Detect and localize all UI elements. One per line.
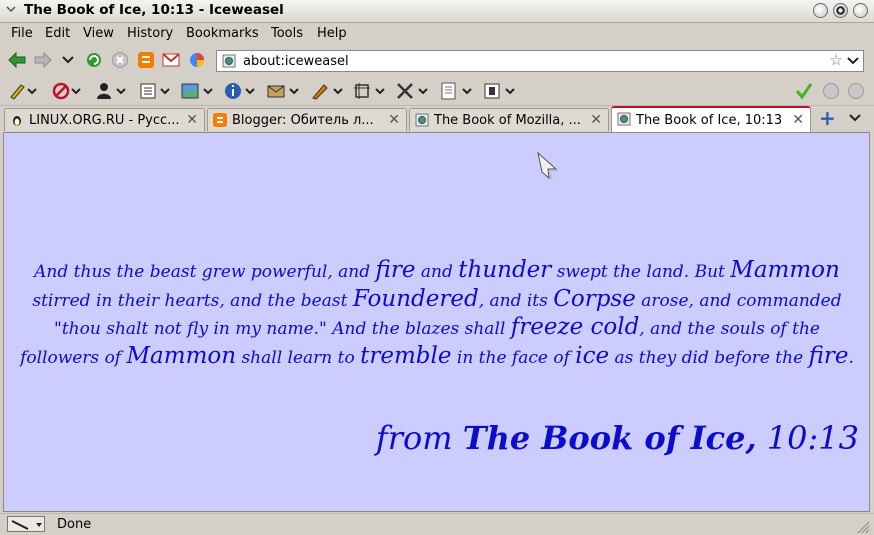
passage-emphasis: fire <box>808 342 849 369</box>
resize-icon[interactable] <box>352 81 386 101</box>
validation-ok-icon[interactable] <box>795 81 813 101</box>
gmail-icon[interactable] <box>162 52 180 68</box>
menu-tools[interactable]: Tools <box>271 26 303 41</box>
passage-emphasis: tremble <box>360 342 452 369</box>
attribution-prefix: from <box>375 419 463 457</box>
options-icon[interactable] <box>482 81 516 101</box>
window-title: The Book of Ice, 10:13 - Iceweasel <box>24 2 284 18</box>
reload-icon[interactable] <box>85 51 103 69</box>
page-content: And thus the beast grew powerful, and fi… <box>3 132 870 512</box>
attribution-verse: 10:13 <box>756 419 859 457</box>
tab-close-icon[interactable]: ✕ <box>388 112 400 128</box>
css-status-icon[interactable] <box>822 81 840 101</box>
book-passage: And thus the beast grew powerful, and fi… <box>12 257 862 371</box>
forward-icon[interactable] <box>34 52 52 68</box>
tab-label: The Book of Ice, 10:13 <box>636 113 783 128</box>
history-dropdown-icon[interactable] <box>62 56 74 64</box>
tab-label: LINUX.ORG.RU - Русс... <box>29 113 180 128</box>
mouse-cursor-icon <box>537 152 559 181</box>
passage-emphasis: Mammon <box>730 257 840 283</box>
tools-icon[interactable] <box>395 81 429 101</box>
menu-bar: File Edit View History Bookmarks Tools H… <box>0 23 874 45</box>
tab-label: The Book of Mozilla, ... <box>434 113 581 128</box>
forms-icon[interactable] <box>139 81 171 101</box>
passage-text: And thus the beast grew powerful, and <box>34 262 376 282</box>
passage-text: , and its <box>478 290 554 311</box>
view-source-icon[interactable] <box>439 81 473 101</box>
passage-text: swept the land. But <box>551 262 731 282</box>
passage-emphasis: thunder <box>458 257 552 283</box>
passage-text: . <box>848 347 854 368</box>
tab-book-of-ice[interactable]: The Book of Ice, 10:13 ✕ <box>611 106 811 132</box>
miscellaneous-icon[interactable] <box>266 81 300 101</box>
attribution-book: The Book of Ice, <box>462 419 757 457</box>
tab-close-icon[interactable]: ✕ <box>186 112 198 128</box>
penguin-icon <box>13 116 21 126</box>
passage-text: stirred in their hearts, and the beast <box>32 290 353 311</box>
bookmark-star-icon[interactable]: ☆ <box>830 51 843 69</box>
info-icon[interactable] <box>224 81 256 101</box>
blogger-icon[interactable] <box>137 51 155 69</box>
navigation-toolbar: ☆ <box>0 46 874 76</box>
extensions-toolbar <box>0 77 874 106</box>
tab-close-icon[interactable]: ✕ <box>792 112 804 128</box>
resize-grip-icon[interactable] <box>854 518 870 534</box>
site-identity-icon[interactable] <box>222 54 236 68</box>
pen-tool-icon <box>11 520 42 530</box>
user-icon[interactable] <box>95 81 127 101</box>
passage-emphasis: freeze cold <box>510 314 640 340</box>
status-tool-button[interactable] <box>7 516 45 532</box>
back-icon[interactable] <box>8 52 26 68</box>
google-reader-icon[interactable] <box>188 51 206 69</box>
new-tab-icon[interactable]: + <box>819 106 836 130</box>
blogger-icon <box>213 113 227 127</box>
url-dropdown-icon[interactable] <box>847 57 859 65</box>
passage-emphasis: Mammon <box>126 342 237 369</box>
minimize-button[interactable] <box>813 3 828 18</box>
passage-text: in the face of <box>451 347 576 368</box>
book-attribution: from The Book of Ice, 10:13 <box>376 419 859 457</box>
passage-emphasis: Foundered <box>352 285 479 312</box>
menu-help[interactable]: Help <box>317 26 347 41</box>
menu-history[interactable]: History <box>127 26 173 41</box>
url-bar[interactable]: ☆ <box>216 50 864 72</box>
pencil-icon[interactable] <box>8 81 38 101</box>
tab-linux-org-ru[interactable]: LINUX.ORG.RU - Русс... ✕ <box>4 108 205 131</box>
passage-text: shall learn to <box>236 347 361 368</box>
maximize-icon <box>836 6 845 15</box>
outline-icon[interactable] <box>310 81 344 101</box>
passage-emphasis: Corpse <box>553 285 636 312</box>
window-menu-icon[interactable] <box>6 4 16 14</box>
menu-edit[interactable]: Edit <box>45 26 70 41</box>
status-text: Done <box>57 517 92 532</box>
window-titlebar[interactable]: The Book of Ice, 10:13 - Iceweasel <box>0 0 874 23</box>
menu-file[interactable]: File <box>11 26 33 41</box>
tab-close-icon[interactable]: ✕ <box>590 112 602 128</box>
page-icon <box>415 113 429 127</box>
passage-text: as they did before the <box>609 347 809 368</box>
passage-text: and <box>415 262 459 282</box>
js-status-icon[interactable] <box>847 81 865 101</box>
tab-blogger[interactable]: Blogger: Обитель л... ✕ <box>207 108 407 131</box>
url-input[interactable] <box>243 53 823 69</box>
tab-label: Blogger: Обитель л... <box>232 113 374 128</box>
maximize-button[interactable] <box>833 3 848 18</box>
menu-view[interactable]: View <box>83 26 114 41</box>
tab-strip: LINUX.ORG.RU - Русс... ✕ Blogger: Обител… <box>0 106 874 132</box>
tab-book-of-mozilla[interactable]: The Book of Mozilla, ... ✕ <box>409 108 609 131</box>
passage-emphasis: fire <box>375 257 416 283</box>
passage-emphasis: ice <box>575 342 610 369</box>
close-window-button[interactable] <box>853 3 868 18</box>
images-icon[interactable] <box>180 81 214 101</box>
list-all-tabs-icon[interactable] <box>849 114 861 122</box>
status-bar: Done <box>0 513 874 535</box>
stop-icon[interactable] <box>111 51 129 69</box>
disable-icon[interactable] <box>52 81 82 101</box>
menu-bookmarks[interactable]: Bookmarks <box>186 26 259 41</box>
page-icon <box>617 112 631 126</box>
